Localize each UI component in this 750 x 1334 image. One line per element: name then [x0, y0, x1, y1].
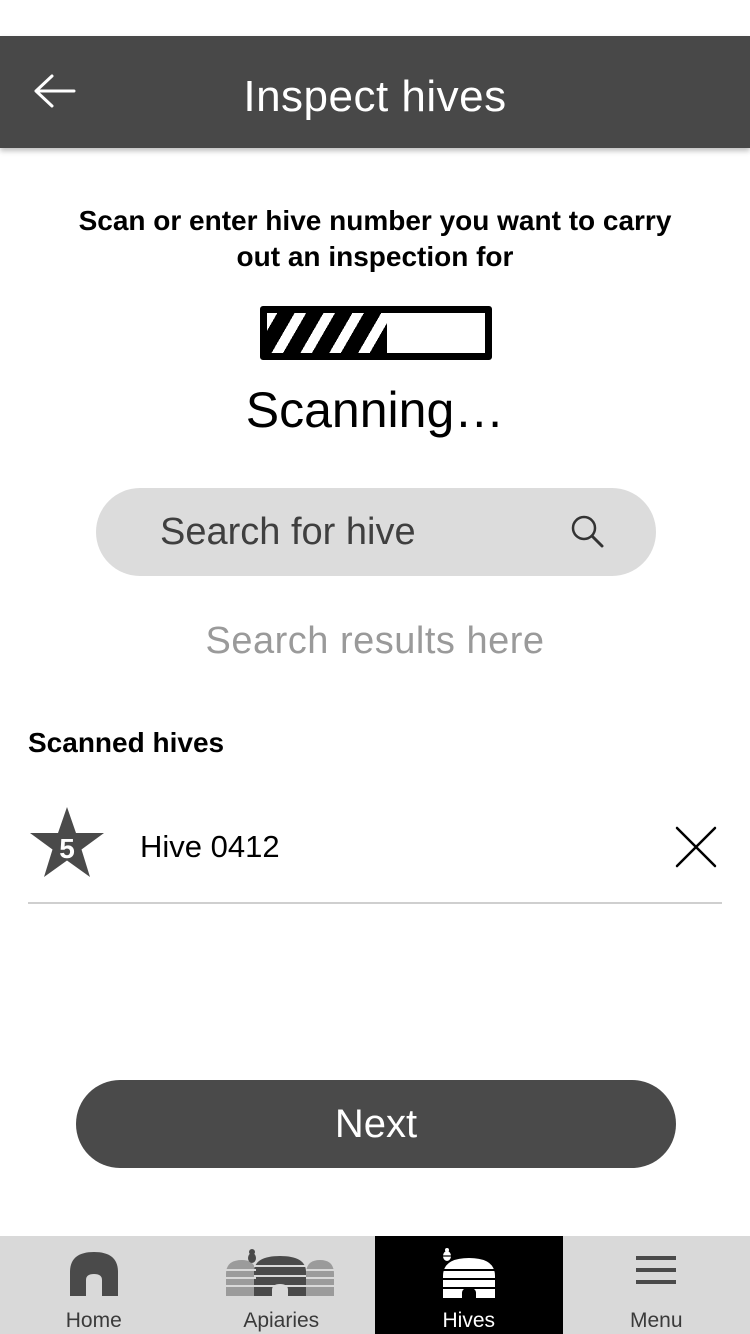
hamburger-menu-icon [636, 1256, 677, 1284]
search-results-placeholder: Search results here [205, 620, 545, 662]
tab-menu-label: Menu [629, 1309, 683, 1332]
hive-name: Hive 0412 [140, 829, 280, 864]
remove-hive-button[interactable] [674, 825, 718, 869]
tab-home[interactable]: Home [0, 1236, 188, 1334]
scan-status: Scanning… [245, 382, 505, 438]
scanned-hives-heading: Scanned hives [28, 727, 225, 758]
tab-apiaries[interactable]: Apiaries [188, 1236, 376, 1334]
next-button[interactable]: Next [76, 1080, 676, 1168]
search-icon[interactable] [570, 514, 606, 550]
search-input[interactable] [160, 506, 540, 558]
tab-hives[interactable]: Hives [375, 1236, 563, 1334]
tab-apiaries-label: Apiaries [243, 1309, 320, 1332]
hive-rating-number: 5 [59, 833, 75, 864]
scan-progress-bar [260, 306, 492, 360]
tab-home-label: Home [65, 1309, 122, 1332]
tab-hives-label: Hives [442, 1309, 495, 1332]
scanned-hive-row[interactable]: 5 Hive 0412 [28, 800, 722, 904]
scan-progress-fill [267, 313, 387, 353]
scan-instructions: Scan or enter hive number you want to ca… [78, 205, 672, 272]
bottom-tab-bar: Home Apiaries Hives Menu [0, 1236, 750, 1334]
home-icon [69, 1252, 118, 1296]
beehive-icon [442, 1248, 495, 1298]
hive-rating-badge: 5 [28, 805, 106, 881]
tab-menu[interactable]: Menu [563, 1236, 750, 1334]
app-header: Inspect hives [0, 36, 750, 148]
page-title: Inspect hives [243, 72, 507, 121]
search-bar [96, 488, 656, 576]
apiaries-icon [226, 1249, 335, 1296]
close-icon [675, 826, 717, 868]
